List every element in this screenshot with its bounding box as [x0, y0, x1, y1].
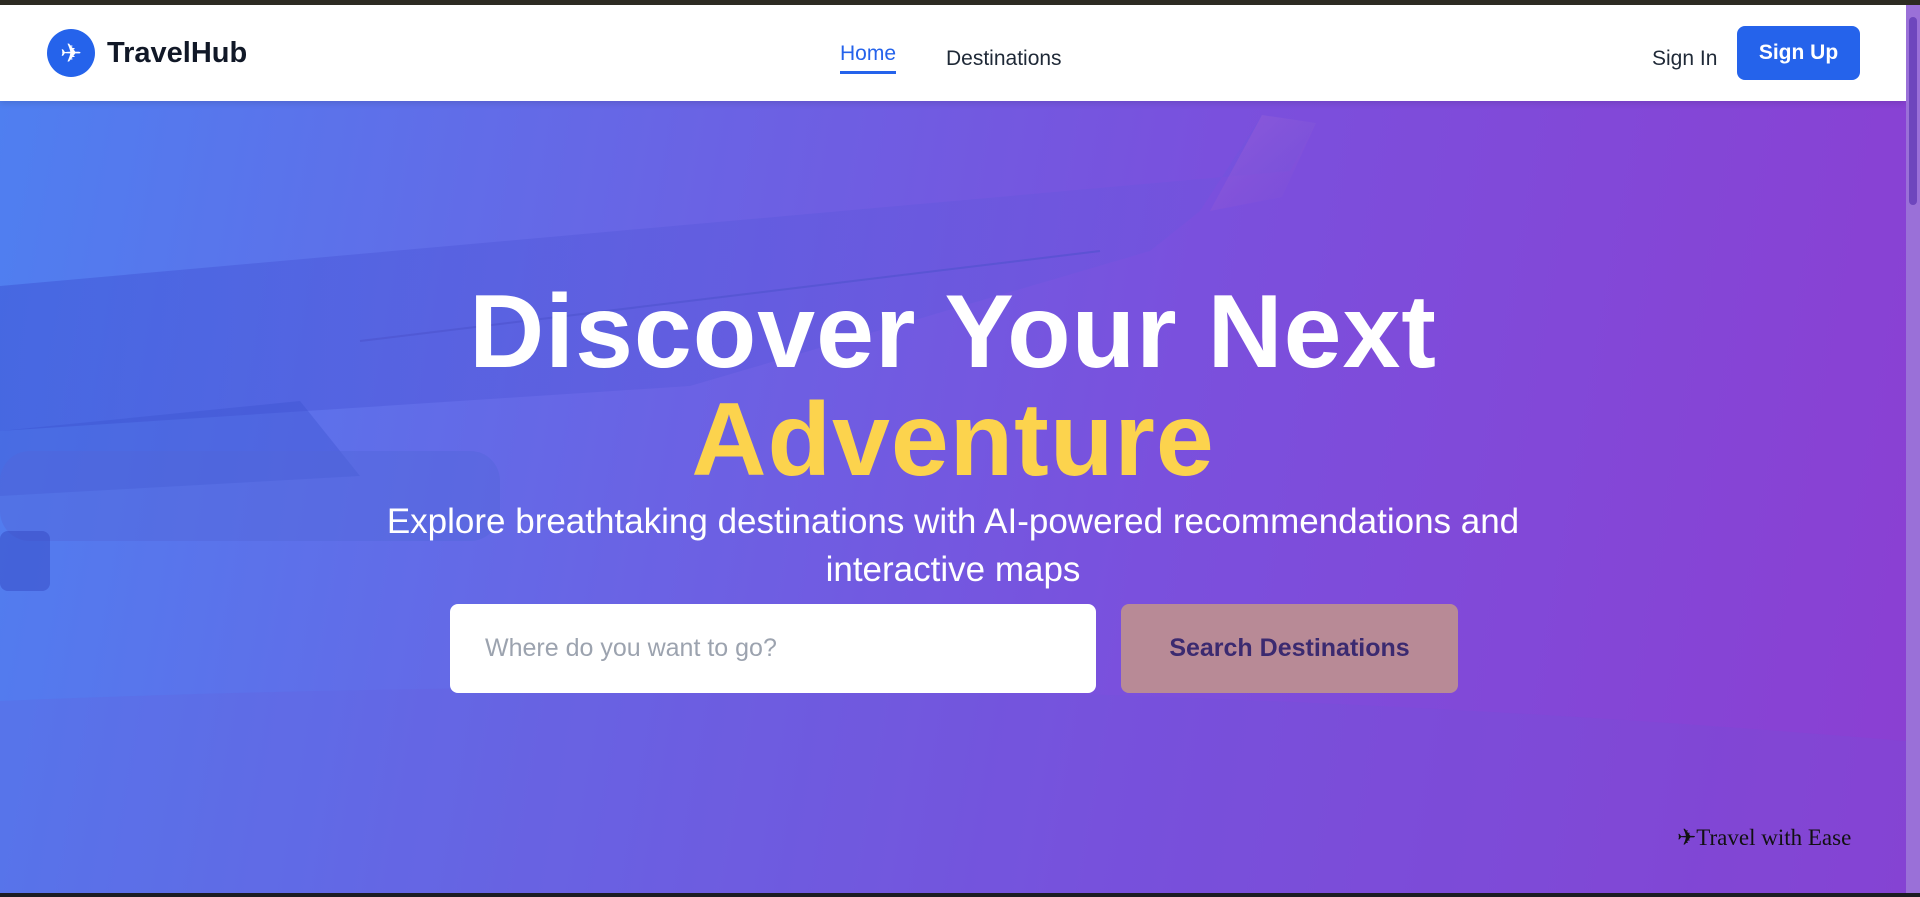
hero-title: Discover Your Next Adventure	[0, 278, 1906, 494]
search-destinations-button[interactable]: Search Destinations	[1121, 604, 1458, 693]
page-viewport: ✈ TravelHub Home Destinations Sign In Si…	[0, 5, 1906, 893]
hero-title-line1: Discover Your Next	[469, 273, 1437, 390]
destination-search-input[interactable]	[450, 604, 1096, 693]
nav-link-home[interactable]: Home	[840, 42, 897, 74]
scrollbar-thumb[interactable]	[1909, 17, 1917, 205]
airplane-icon: ✈	[1677, 825, 1697, 850]
hero-subtitle: Explore breathtaking destinations with A…	[386, 502, 1520, 589]
sign-in-link[interactable]: Sign In	[1652, 47, 1717, 71]
hero-section: Discover Your Next Adventure Explore bre…	[0, 101, 1906, 893]
window-bottom-edge	[0, 893, 1920, 897]
sign-up-button[interactable]: Sign Up	[1737, 26, 1860, 80]
nav-link-destinations[interactable]: Destinations	[946, 47, 1062, 71]
tagline: ✈Travel with Ease	[1677, 825, 1851, 851]
hero-title-accent: Adventure	[691, 381, 1215, 498]
main-nav: Home Destinations	[0, 38, 1906, 78]
vertical-scrollbar[interactable]	[1906, 5, 1920, 893]
tagline-text: Travel with Ease	[1696, 825, 1852, 850]
site-header: ✈ TravelHub Home Destinations Sign In Si…	[0, 5, 1906, 101]
